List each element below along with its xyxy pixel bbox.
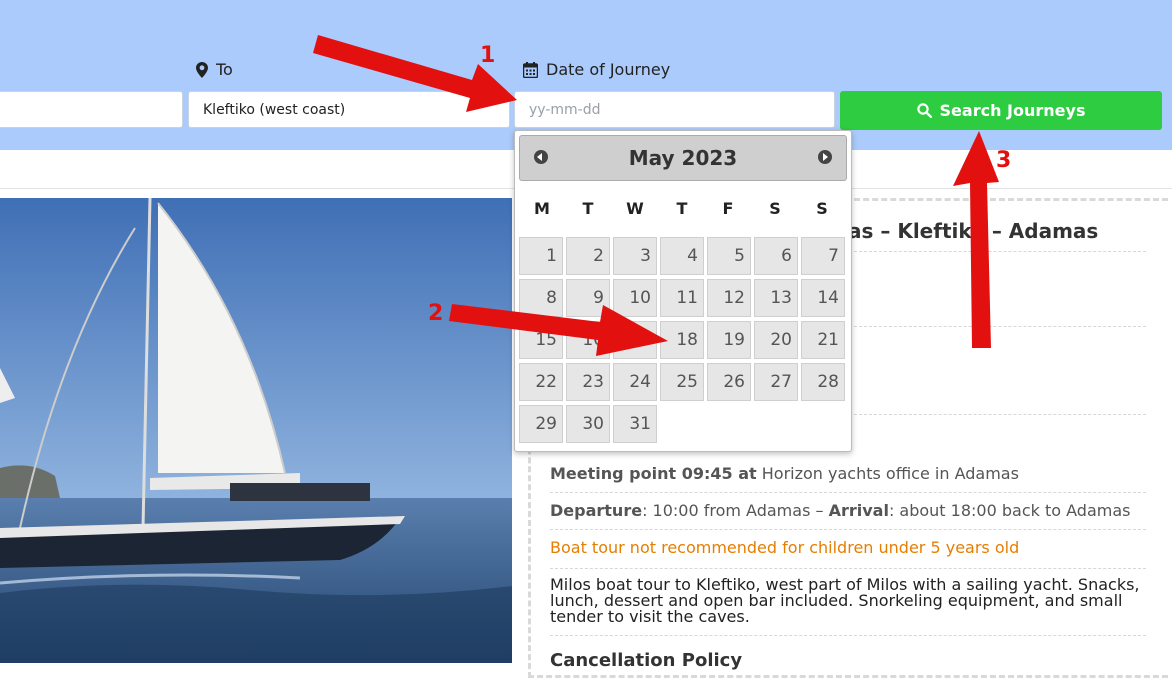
annotation-number-1: 1 (480, 43, 496, 68)
arrow-3-icon (953, 131, 999, 348)
annotation-number-2: 2 (428, 301, 444, 326)
annotation-number-3: 3 (996, 148, 1012, 173)
arrow-2-icon (449, 304, 668, 356)
annotation-arrows (313, 35, 999, 356)
